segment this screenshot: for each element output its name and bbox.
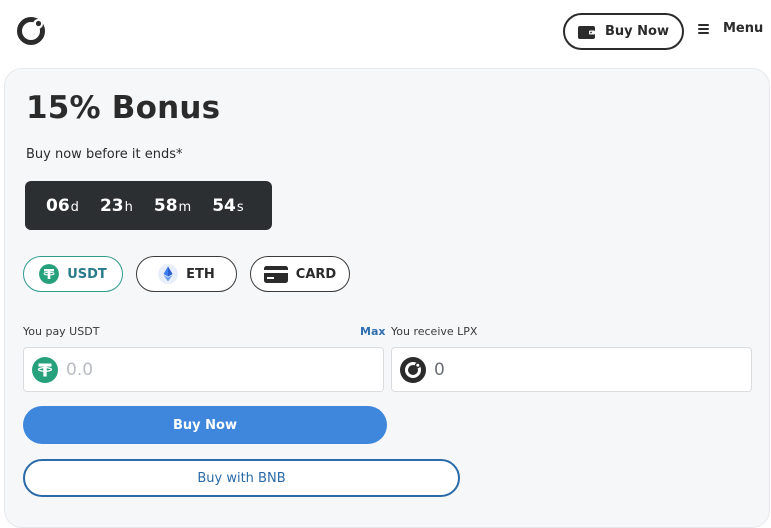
- header-buy-now-button[interactable]: Buy Now: [563, 13, 684, 50]
- max-button[interactable]: Max: [360, 325, 385, 338]
- buy-now-button[interactable]: Buy Now: [23, 406, 387, 444]
- header-buy-now-label: Buy Now: [605, 24, 669, 39]
- countdown-timer: 06 d 23 h 58 m 54 s: [25, 181, 272, 230]
- pay-amount-field[interactable]: [23, 347, 384, 392]
- pay-amount-input[interactable]: [66, 359, 356, 380]
- hamburger-icon: [698, 23, 709, 34]
- countdown-days: 06 d: [46, 195, 79, 216]
- countdown-hours: 23 h: [99, 195, 133, 216]
- countdown-seconds: 54 s: [212, 195, 244, 216]
- lpx-token-icon: [400, 356, 426, 383]
- menu-button[interactable]: Menu: [698, 21, 763, 36]
- receive-amount-value: 0: [434, 359, 445, 380]
- tether-icon: [39, 264, 60, 284]
- payment-method-label: USDT: [67, 266, 107, 282]
- payment-method-label: CARD: [295, 266, 337, 282]
- payment-method-label: ETH: [186, 266, 215, 282]
- receive-label: You receive LPX: [391, 325, 478, 338]
- payment-method-usdt[interactable]: USDT: [23, 256, 123, 292]
- bonus-subtitle: Buy now before it ends*: [26, 147, 183, 162]
- payment-method-eth[interactable]: ETH: [136, 256, 237, 292]
- bonus-title: 15% Bonus: [26, 90, 221, 126]
- credit-card-icon: [263, 265, 288, 283]
- tether-icon: [32, 356, 58, 383]
- payment-method-card[interactable]: CARD: [250, 256, 350, 292]
- receive-amount-field: 0: [391, 347, 752, 392]
- logo-ring-icon[interactable]: [16, 16, 46, 46]
- countdown-minutes: 58 m: [153, 195, 192, 216]
- top-navigation-bar: Buy Now Menu: [0, 0, 771, 66]
- menu-label: Menu: [723, 21, 764, 36]
- ethereum-icon: [158, 264, 179, 284]
- buy-with-bnb-button[interactable]: Buy with BNB: [23, 459, 460, 497]
- pay-label: You pay USDT: [23, 325, 100, 338]
- wallet-icon: [578, 25, 595, 39]
